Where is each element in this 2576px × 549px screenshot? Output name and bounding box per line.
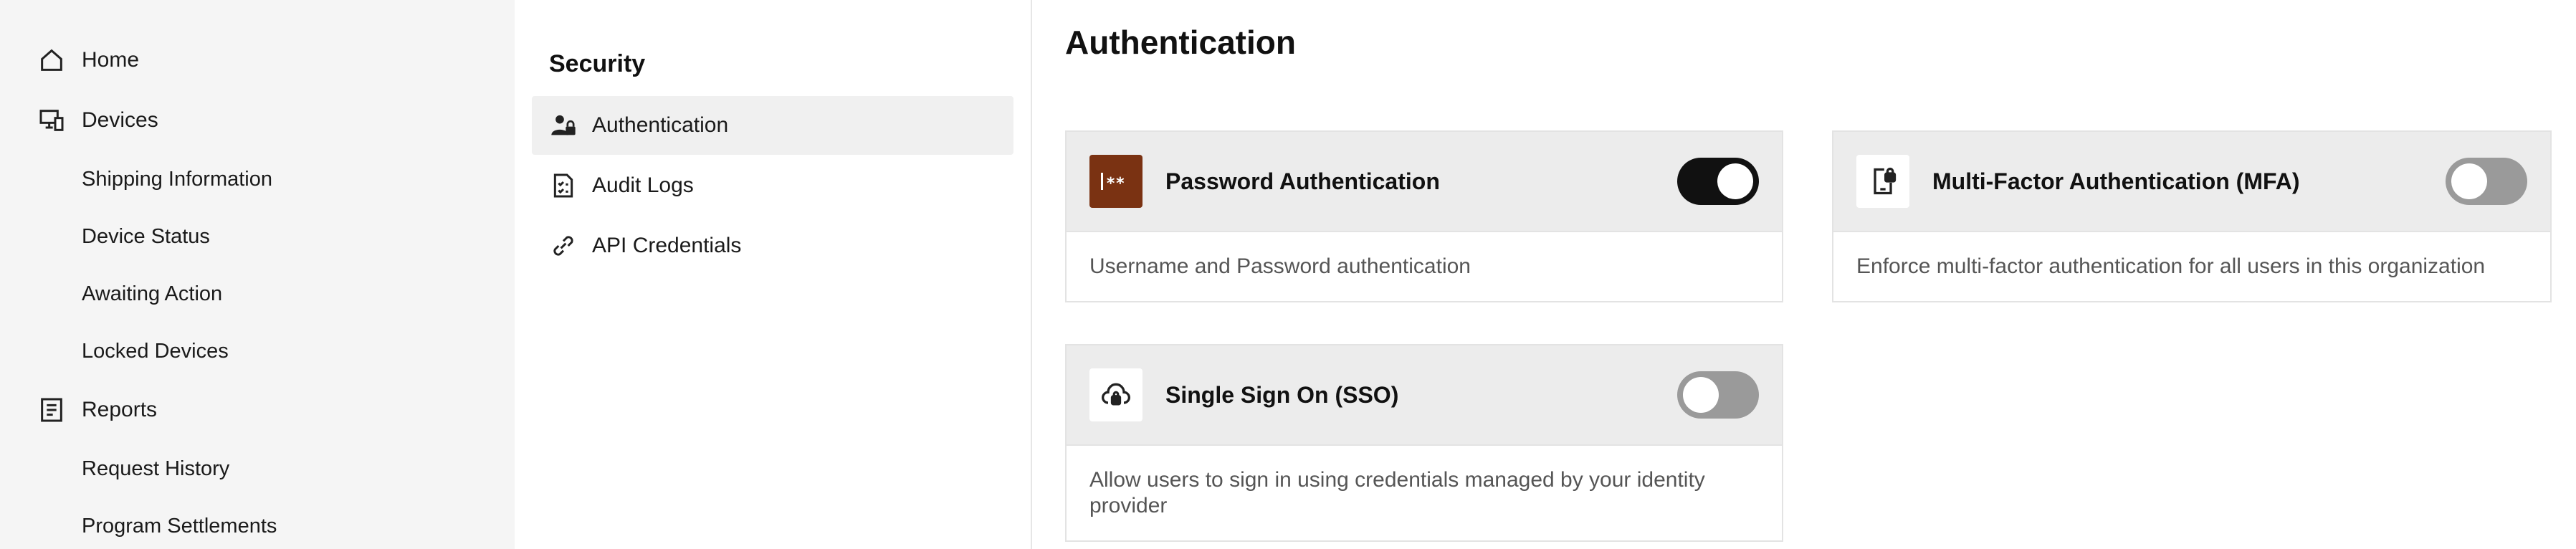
cloud-lock-icon (1089, 368, 1142, 421)
card-title: Multi-Factor Authentication (MFA) (1932, 168, 2300, 194)
submenu-title: Security (549, 49, 646, 77)
card-title: Password Authentication (1165, 168, 1440, 194)
auth-card-sso: Single Sign On (SSO) Allow users to sign… (1065, 344, 1783, 542)
svg-text:**: ** (1106, 175, 1125, 192)
card-description: Allow users to sign in using credentials… (1089, 468, 1705, 517)
nav-item-label: Reports (82, 398, 158, 421)
devices-icon (37, 106, 66, 135)
submenu-item-label: API Credentials (592, 234, 742, 257)
submenu-item-authentication[interactable]: Authentication (532, 96, 1013, 155)
submenu-item-api-credentials[interactable]: API Credentials (532, 216, 1013, 275)
card-title: Single Sign On (SSO) (1165, 381, 1399, 408)
nav-subitem-device-status[interactable]: Device Status (0, 208, 515, 265)
mfa-device-icon (1856, 155, 1909, 208)
nav-item-devices[interactable]: Devices (0, 90, 515, 151)
nav-subitem-awaiting-action[interactable]: Awaiting Action (0, 265, 515, 323)
auth-card-mfa: Multi-Factor Authentication (MFA) Enforc… (1832, 130, 2552, 302)
app-window: Home Devices Shipping Information Device… (0, 0, 2576, 549)
password-auth-toggle[interactable] (1677, 158, 1759, 205)
card-description: Username and Password authentication (1089, 254, 1471, 278)
nav-item-label: Devices (82, 108, 158, 132)
sso-toggle[interactable] (1677, 371, 1759, 419)
link-icon (549, 231, 578, 260)
nav-item-home[interactable]: Home (0, 30, 515, 90)
submenu-item-audit-logs[interactable]: Audit Logs (532, 156, 1013, 215)
user-lock-icon (549, 111, 578, 140)
reports-icon (37, 396, 66, 424)
main-content: Authentication ** Password Authenticatio… (1032, 0, 2576, 549)
security-submenu: Security Authentication Audit Logs API C… (515, 0, 1032, 549)
nav-item-reports[interactable]: Reports (0, 380, 515, 440)
nav-subitem-request-history[interactable]: Request History (0, 440, 515, 497)
primary-sidebar: Home Devices Shipping Information Device… (0, 0, 515, 549)
password-icon: ** (1089, 155, 1142, 208)
card-description: Enforce multi-factor authentication for … (1856, 254, 2486, 278)
toggle-knob (1717, 163, 1753, 199)
card-header: ** Password Authentication (1067, 132, 1782, 232)
nav-subitem-program-settlements[interactable]: Program Settlements (0, 497, 515, 549)
auth-card-password: ** Password Authentication Username and … (1065, 130, 1783, 302)
mfa-toggle[interactable] (2446, 158, 2527, 205)
page-title: Authentication (1065, 24, 1296, 61)
card-header: Multi-Factor Authentication (MFA) (1833, 132, 2550, 232)
home-icon (37, 46, 66, 75)
toggle-knob (1683, 377, 1719, 413)
nav-subitem-shipping-information[interactable]: Shipping Information (0, 151, 515, 208)
toggle-knob (2451, 163, 2487, 199)
submenu-item-label: Authentication (592, 113, 729, 137)
card-header: Single Sign On (SSO) (1067, 345, 1782, 446)
document-check-icon (549, 171, 578, 200)
nav-subitem-locked-devices[interactable]: Locked Devices (0, 323, 515, 380)
nav-item-label: Home (82, 48, 140, 72)
submenu-item-label: Audit Logs (592, 173, 694, 197)
